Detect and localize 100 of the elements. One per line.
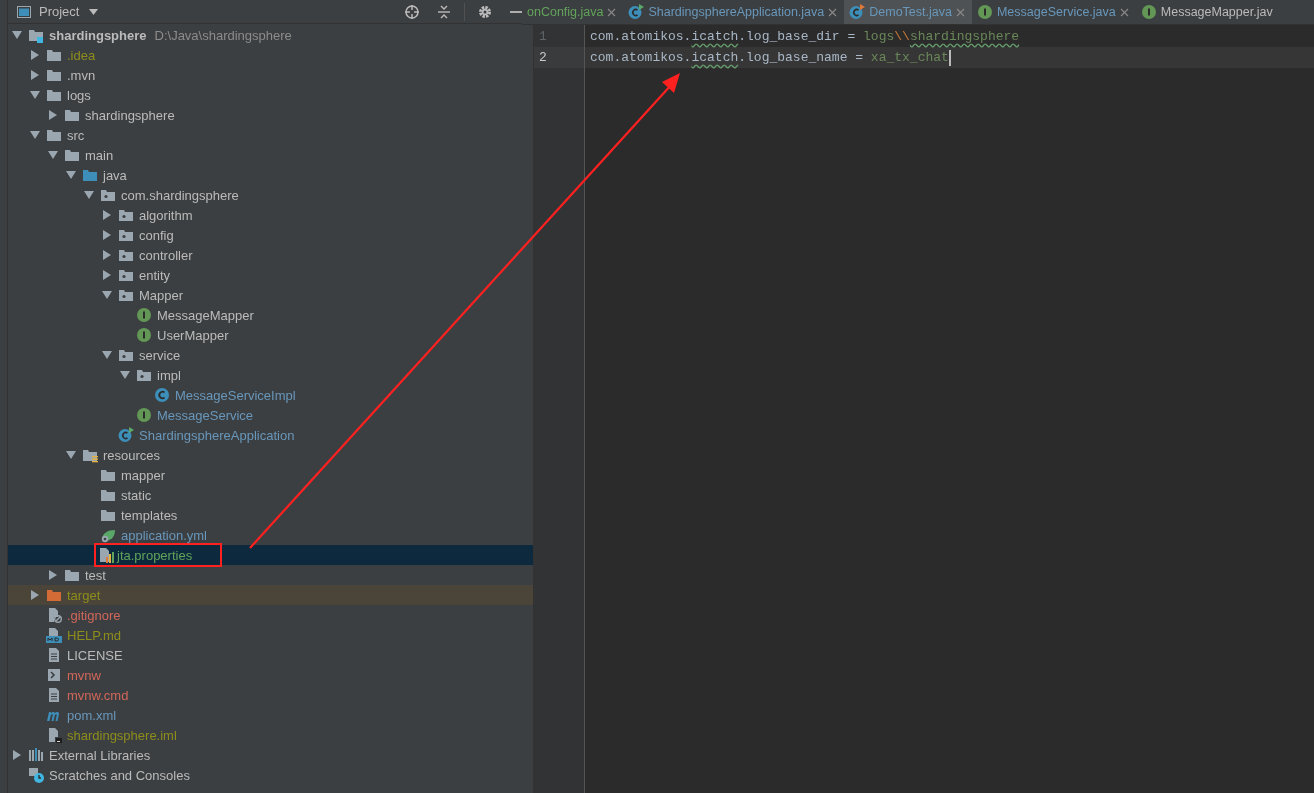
- collapsed-arrow-icon[interactable]: [103, 210, 111, 220]
- editor-tab[interactable]: onConfig.java: [522, 0, 624, 24]
- file-name: static: [121, 487, 152, 503]
- tree-item[interactable]: service: [8, 345, 533, 365]
- file-name: entity: [139, 267, 171, 283]
- file-name: mvnw.cmd: [67, 687, 129, 703]
- class-icon: [849, 4, 866, 20]
- tree-item[interactable]: Scratches and Consoles: [8, 765, 533, 785]
- package-icon: [118, 247, 134, 263]
- tree-item[interactable]: algorithm: [8, 205, 533, 225]
- expanded-arrow-icon[interactable]: [66, 451, 76, 459]
- close-icon[interactable]: [1119, 7, 1129, 17]
- file-name: MessageMapper: [157, 307, 254, 323]
- class-icon: [628, 4, 645, 20]
- expanded-arrow-icon[interactable]: [102, 291, 112, 299]
- tree-item[interactable]: test: [8, 565, 533, 585]
- tree-item[interactable]: java: [8, 165, 533, 185]
- tree-item[interactable]: templates: [8, 505, 533, 525]
- tree-item[interactable]: shardingsphere.iml: [8, 725, 533, 745]
- tree-item[interactable]: mapper: [8, 465, 533, 485]
- tree-item[interactable]: .gitignore: [8, 605, 533, 625]
- tree-item[interactable]: impl: [8, 365, 533, 385]
- script-file-icon: [46, 667, 62, 683]
- file-name: java: [103, 167, 127, 183]
- editor-tab[interactable]: MessageMapper.jav: [1135, 0, 1280, 24]
- editor-tab[interactable]: ShardingsphereApplication.java: [623, 0, 845, 24]
- collapse-all-icon[interactable]: [436, 3, 452, 20]
- folder-icon: [100, 487, 116, 503]
- file-name: resources: [103, 447, 161, 463]
- expanded-arrow-icon[interactable]: [66, 171, 76, 179]
- folder-icon: [64, 147, 80, 163]
- markdown-file-icon: [46, 627, 62, 643]
- project-view-dropdown[interactable]: Project: [39, 4, 99, 19]
- tree-item[interactable]: controller: [8, 245, 533, 265]
- collapsed-arrow-icon[interactable]: [103, 250, 111, 260]
- class-icon: [118, 427, 134, 443]
- locate-icon[interactable]: [404, 3, 420, 20]
- close-icon[interactable]: [955, 7, 965, 17]
- tree-item[interactable]: mvnw: [8, 665, 533, 685]
- close-icon[interactable]: [607, 7, 617, 17]
- expanded-arrow-icon[interactable]: [102, 351, 112, 359]
- tree-item[interactable]: jta.properties: [8, 545, 533, 565]
- collapsed-arrow-icon[interactable]: [31, 590, 39, 600]
- collapsed-arrow-icon[interactable]: [49, 110, 57, 120]
- expanded-arrow-icon[interactable]: [120, 371, 130, 379]
- expanded-arrow-icon[interactable]: [30, 131, 40, 139]
- file-name: mvnw: [67, 667, 101, 683]
- tree-item[interactable]: com.shardingsphere: [8, 185, 533, 205]
- tree-item[interactable]: shardingsphere: [8, 105, 533, 125]
- file-name: com.shardingsphere: [121, 187, 239, 203]
- collapsed-arrow-icon[interactable]: [103, 230, 111, 240]
- expanded-arrow-icon[interactable]: [30, 91, 40, 99]
- file-name: main: [85, 147, 114, 163]
- file-name: impl: [157, 367, 181, 383]
- tree-item[interactable]: Mapper: [8, 285, 533, 305]
- tree-item[interactable]: entity: [8, 265, 533, 285]
- collapsed-arrow-icon[interactable]: [13, 750, 21, 760]
- close-icon[interactable]: [828, 7, 838, 17]
- expanded-arrow-icon[interactable]: [84, 191, 94, 199]
- tree-item[interactable]: shardingsphere D:\Java\shardingsphere: [8, 25, 533, 45]
- package-icon: [118, 347, 134, 363]
- tree-item[interactable]: MessageServiceImpl: [8, 385, 533, 405]
- tree-item[interactable]: main: [8, 145, 533, 165]
- expanded-arrow-icon[interactable]: [48, 151, 58, 159]
- folder-icon: [64, 107, 80, 123]
- tree-item[interactable]: LICENSE: [8, 645, 533, 665]
- tree-item[interactable]: static: [8, 485, 533, 505]
- tree-item[interactable]: ShardingsphereApplication: [8, 425, 533, 445]
- collapsed-arrow-icon[interactable]: [103, 270, 111, 280]
- expanded-arrow-icon[interactable]: [12, 31, 22, 39]
- file-name: Scratches and Consoles: [49, 767, 190, 783]
- tree-item[interactable]: .idea: [8, 45, 533, 65]
- collapsed-arrow-icon[interactable]: [49, 570, 57, 580]
- tree-item[interactable]: .mvn: [8, 65, 533, 85]
- tree-item[interactable]: logs: [8, 85, 533, 105]
- tree-item[interactable]: src: [8, 125, 533, 145]
- collapsed-arrow-icon[interactable]: [31, 50, 39, 60]
- tree-item[interactable]: HELP.md: [8, 625, 533, 645]
- tree-item[interactable]: pom.xml: [8, 705, 533, 725]
- file-name: controller: [139, 247, 193, 263]
- file-name: HELP.md: [67, 627, 121, 643]
- file-name: MessageService: [157, 407, 254, 423]
- tree-item[interactable]: config: [8, 225, 533, 245]
- folder-icon: [46, 127, 62, 143]
- tree-item[interactable]: MessageMapper: [8, 305, 533, 325]
- interface-icon: [136, 327, 152, 343]
- tree-item[interactable]: mvnw.cmd: [8, 685, 533, 705]
- scratches-icon: [28, 767, 44, 783]
- file-name: shardingsphere: [49, 27, 147, 43]
- file-name: UserMapper: [157, 327, 229, 343]
- settings-icon[interactable]: [477, 3, 493, 20]
- tree-item[interactable]: MessageService: [8, 405, 533, 425]
- editor-tab[interactable]: MessageService.java: [971, 0, 1136, 24]
- package-icon: [118, 267, 134, 283]
- tree-item[interactable]: application.yml: [8, 525, 533, 545]
- tree-item[interactable]: resources: [8, 445, 533, 465]
- collapsed-arrow-icon[interactable]: [31, 70, 39, 80]
- interface-icon: [1140, 4, 1157, 20]
- tree-item[interactable]: UserMapper: [8, 325, 533, 345]
- tree-item[interactable]: External Libraries: [8, 745, 533, 765]
